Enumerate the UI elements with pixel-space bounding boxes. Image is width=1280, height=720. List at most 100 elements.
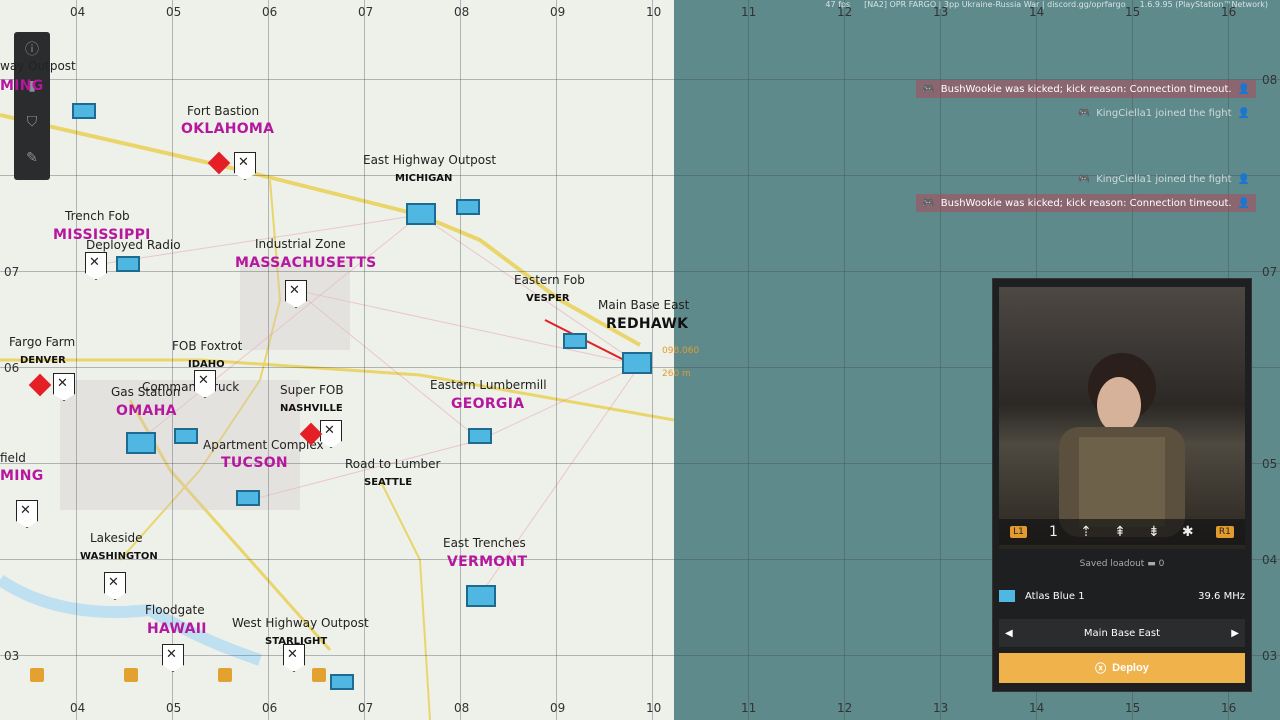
location-name: Road to Lumber (345, 457, 441, 471)
grid-line (940, 0, 941, 720)
person-icon: 👤 (1237, 173, 1250, 185)
objective-name[interactable]: SEATTLE (364, 477, 412, 488)
objective-name[interactable]: WASHINGTON (80, 551, 158, 562)
grid-row-label: 08 (1262, 73, 1278, 87)
spawn-marker[interactable] (126, 432, 156, 454)
grid-icon[interactable] (218, 668, 232, 682)
location-name: Deployed Radio (86, 238, 181, 252)
grid-col-label: 05 (166, 701, 182, 715)
friendly-unit-marker[interactable] (72, 103, 96, 119)
location-name: Fargo Farm (9, 335, 76, 349)
next-spawn-button[interactable]: ▶ (1231, 628, 1239, 639)
squad-icon (999, 590, 1015, 602)
spawn-marker-selected[interactable] (622, 352, 652, 374)
shield-icon[interactable]: ⛉ (14, 104, 50, 140)
grid-col-label: 06 (262, 701, 278, 715)
grid-row-label: 03 (1262, 649, 1278, 663)
grid-col-label: 15 (1125, 701, 1141, 715)
cross-button-icon: ⓧ (1095, 663, 1107, 675)
spawn-marker[interactable] (236, 490, 260, 506)
grid-col-label: 11 (741, 5, 757, 19)
grid-row-label: 07 (1262, 265, 1278, 279)
friendly-unit-marker[interactable] (563, 333, 587, 349)
grid-row-label: 04 (1262, 553, 1278, 567)
previous-spawn-button[interactable]: ◀ (1005, 628, 1013, 639)
objective-name[interactable]: NASHVILLE (280, 403, 343, 414)
objective-name[interactable]: OKLAHOMA (181, 121, 274, 137)
grid-col-label: 16 (1221, 701, 1237, 715)
square-icon[interactable] (312, 668, 326, 682)
grid-col-label: 08 (454, 701, 470, 715)
range-readout: 260 m (662, 369, 691, 379)
saved-loadout: Saved loadout ▬ 0 (1079, 559, 1165, 569)
r1-button[interactable]: R1 (1215, 526, 1234, 538)
location-name: Eastern Fob (514, 273, 585, 287)
location-name: way Outpost (0, 59, 76, 73)
objective-name[interactable]: VERMONT (447, 554, 527, 570)
friendly-unit-marker[interactable] (456, 199, 480, 215)
spawn-selector[interactable]: ◀ Main Base East ▶ (999, 619, 1245, 647)
squad-info: Atlas Blue 1 39.6 MHz (999, 585, 1245, 607)
layer-icon[interactable] (124, 668, 138, 682)
objective-name[interactable]: GEORGIA (451, 396, 524, 412)
grid-col-label: 10 (646, 5, 662, 19)
spawn-marker[interactable] (468, 428, 492, 444)
location-name: Lakeside (90, 531, 143, 545)
role-sergeant-icon[interactable]: ⇟ (1148, 524, 1160, 540)
objective-name[interactable]: REDHAWK (606, 316, 688, 332)
pencil-icon[interactable]: ✎ (14, 140, 50, 176)
controller-icon: 🎮 (922, 197, 935, 209)
grid-col-label: 07 (358, 5, 374, 19)
objective-name[interactable]: MASSACHUSETTS (235, 255, 377, 271)
deploy-panel: L1 1 ⇡ ⇞ ⇟ ✱ R1 Saved loadout ▬ 0 Atlas … (992, 278, 1252, 692)
chat-message: 🎮 KingCiella1 joined the fight 👤 (1077, 107, 1250, 119)
grid-row-label: 06 (4, 361, 20, 375)
objective-name[interactable]: TUCSON (221, 455, 288, 471)
grid-line (0, 271, 1280, 272)
location-name: Floodgate (145, 603, 205, 617)
spawn-marker[interactable] (116, 256, 140, 272)
radio-frequency: 39.6 MHz (1198, 590, 1245, 602)
objective-name[interactable]: MICHIGAN (395, 173, 452, 184)
friendly-unit-marker[interactable] (330, 674, 354, 690)
squad-name: Atlas Blue 1 (1025, 590, 1085, 602)
location-name: West Highway Outpost (232, 616, 369, 630)
grid-line (556, 0, 557, 720)
spawn-marker[interactable] (174, 428, 198, 444)
grid-col-label: 07 (358, 701, 374, 715)
location-name: Gas Station (111, 385, 181, 399)
grid-col-label: 05 (166, 5, 182, 19)
role-grenadier-icon[interactable]: ⇡ (1080, 524, 1092, 540)
spawn-marker[interactable] (466, 585, 496, 607)
chat-message: 🎮 BushWookie was kicked; kick reason: Co… (916, 194, 1256, 212)
tactical-map[interactable] (0, 0, 674, 720)
menu-icon[interactable] (30, 668, 44, 682)
spawn-point-name: Main Base East (1083, 627, 1161, 639)
map-legend-toolbar (30, 668, 326, 682)
objective-name[interactable]: OMAHA (116, 403, 177, 419)
location-name: East Trenches (443, 536, 526, 550)
grid-line (268, 0, 269, 720)
person-icon: 👤 (1237, 197, 1250, 209)
objective-name[interactable]: HAWAII (147, 621, 207, 637)
objective-name[interactable]: VESPER (526, 293, 570, 304)
location-name: Super FOB (280, 383, 344, 397)
controller-icon: 🎮 (1077, 107, 1091, 119)
grid-col-label: 08 (454, 5, 470, 19)
fps-counter: 47 fps (825, 0, 851, 9)
grid-col-label: 11 (741, 701, 757, 715)
role-medic-icon[interactable]: ✱ (1182, 524, 1194, 540)
objective-name[interactable]: IDAHO (188, 359, 225, 370)
location-name: field (0, 451, 26, 465)
location-name: Fort Bastion (187, 104, 260, 118)
l1-button[interactable]: L1 (1010, 526, 1027, 538)
role-selector: L1 1 ⇡ ⇞ ⇟ ✱ R1 (999, 519, 1245, 545)
deploy-button[interactable]: ⓧ Deploy (999, 653, 1245, 683)
role-rifleman-icon[interactable]: 1 (1049, 524, 1058, 540)
spawn-marker[interactable] (406, 203, 436, 225)
role-corporal-icon[interactable]: ⇞ (1114, 524, 1126, 540)
objective-name[interactable]: DENVER (20, 355, 66, 366)
bearing-readout: 098.060 (662, 346, 700, 356)
grid-row-label: 07 (4, 265, 20, 279)
soldier-preview (1059, 353, 1185, 537)
